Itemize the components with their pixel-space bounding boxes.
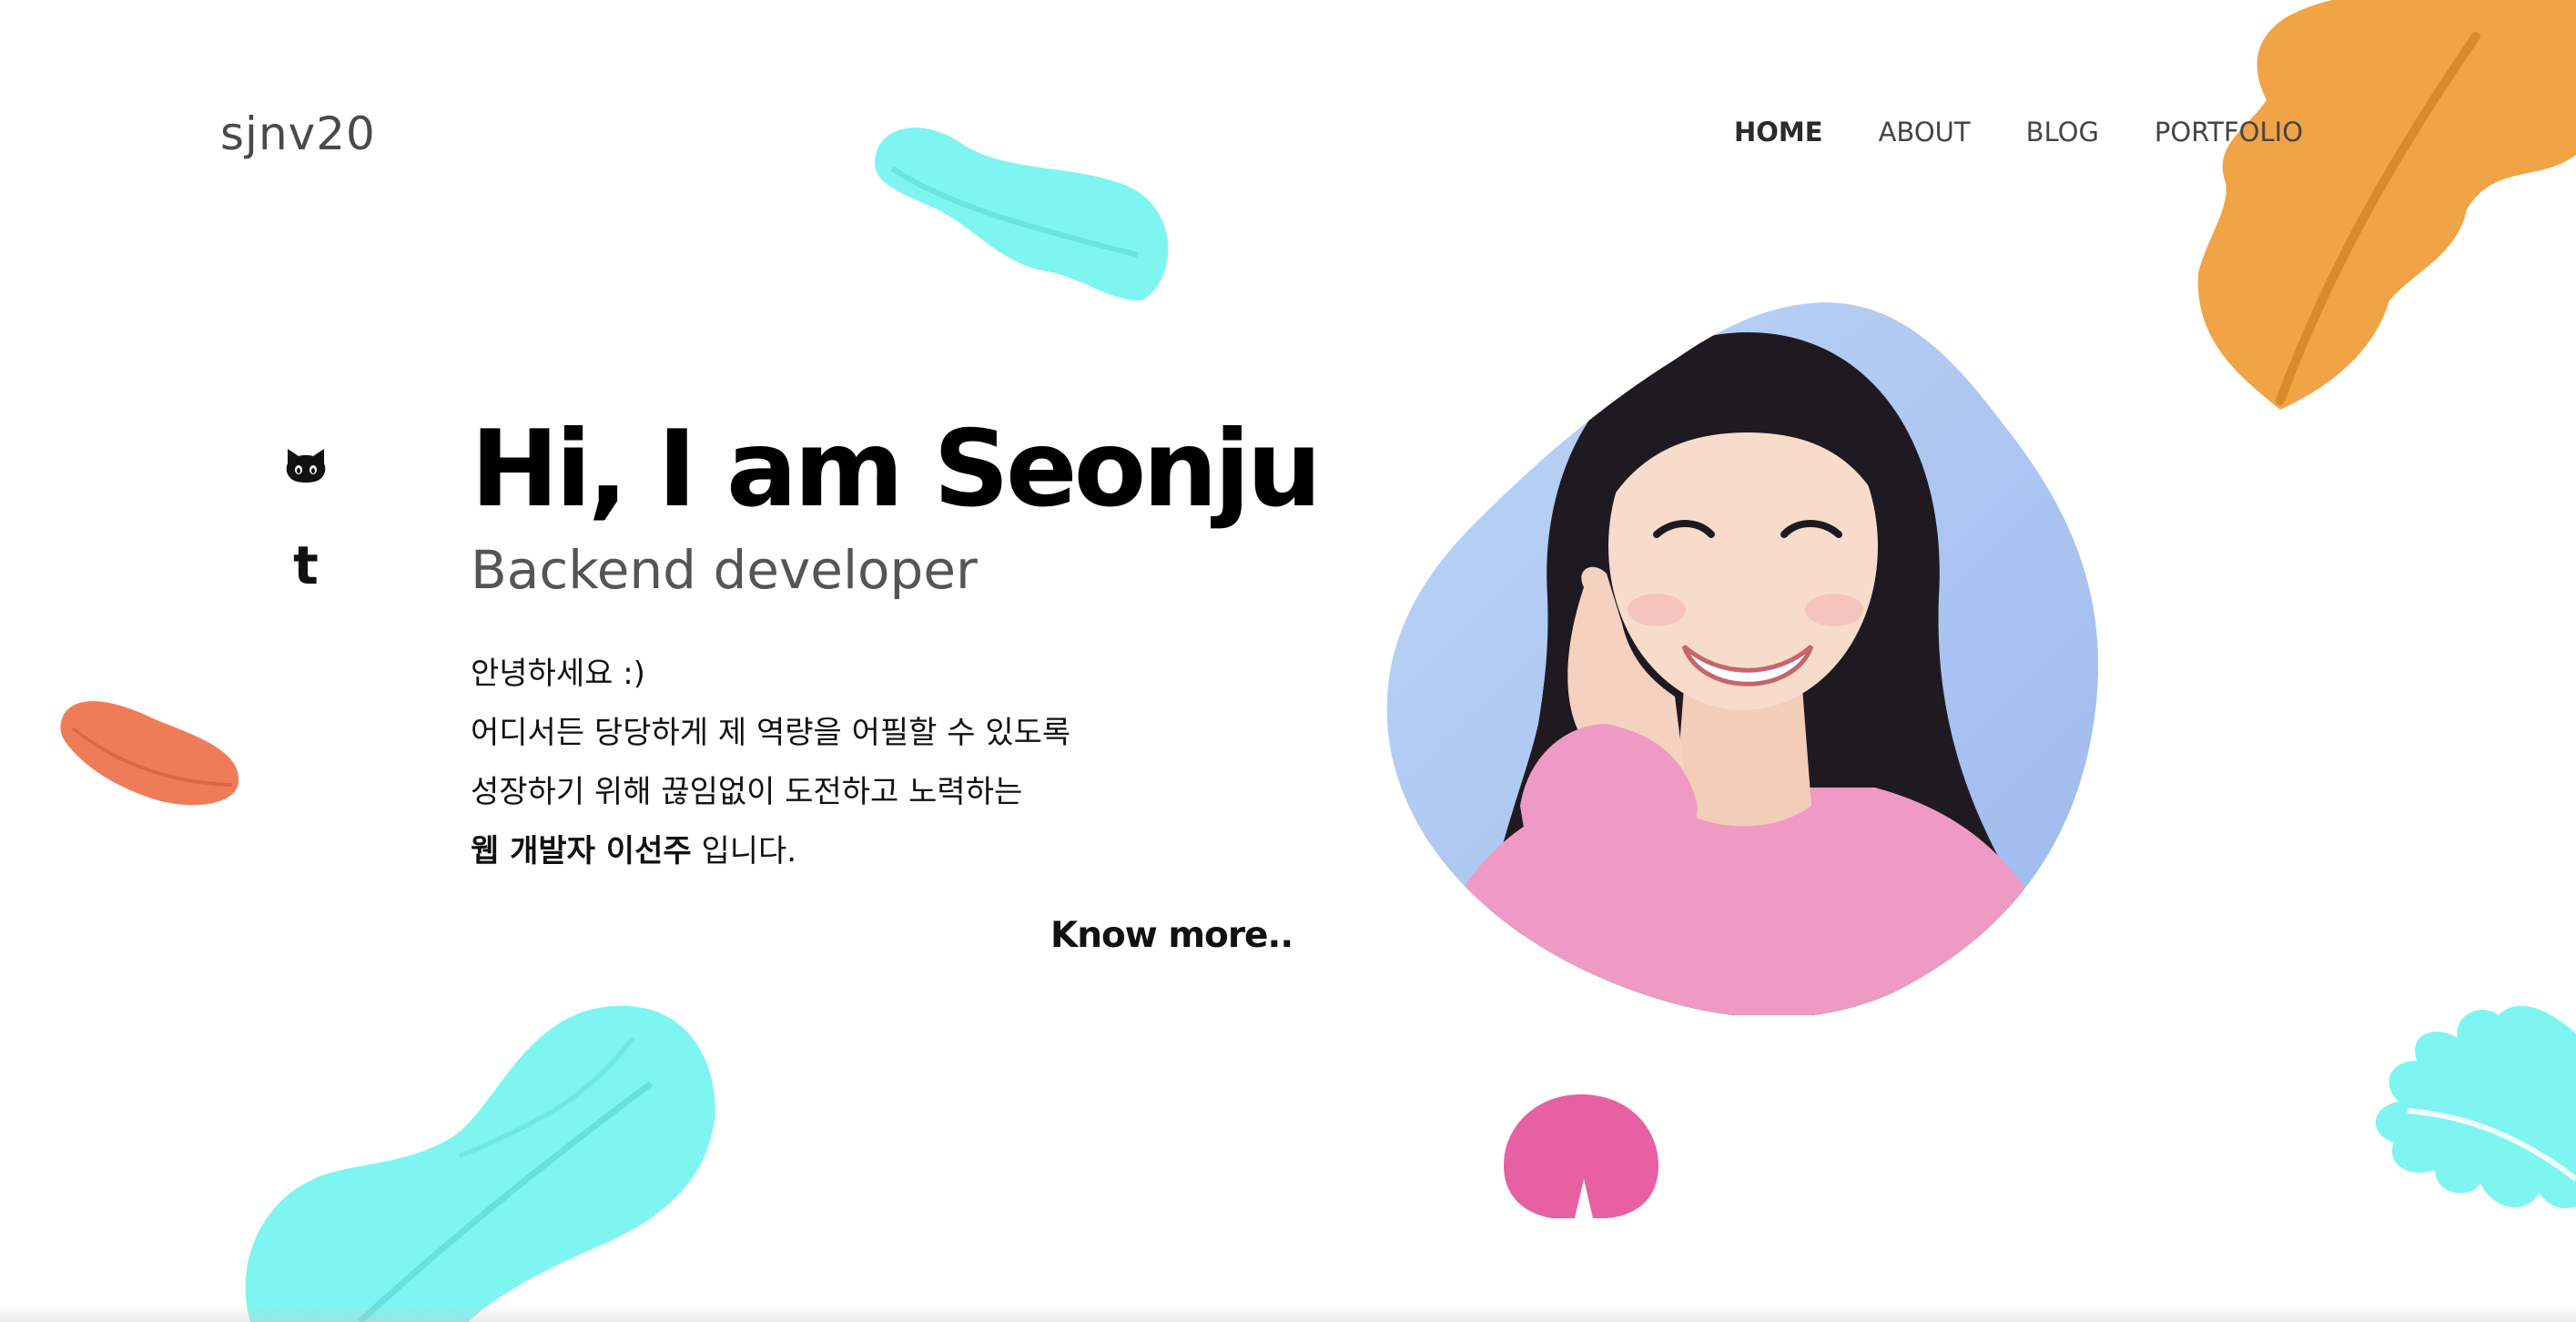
pink-leaf-decoration [1504, 1094, 1658, 1218]
nav-portfolio[interactable]: PORTFOLIO [2155, 117, 2303, 147]
tumblr-icon[interactable]: t [282, 542, 330, 589]
intro-name-bold: 웹 개발자 이선주 [471, 833, 692, 869]
coral-leaf-decoration [60, 701, 239, 806]
profile-photo [1386, 302, 2099, 1015]
site-logo[interactable]: sjnv20 [220, 107, 376, 160]
intro-line-4: 웹 개발자 이선주 입니다. [471, 822, 1281, 881]
nav-home[interactable]: HOME [1734, 117, 1823, 147]
intro-line-3: 성장하기 위해 끊임없이 도전하고 노력하는 [471, 774, 1023, 810]
intro-line-1: 안녕하세요 :) [471, 656, 645, 692]
intro-text: 안녕하세요 :) 어디서든 당당하게 제 역량을 어필할 수 있도록 성장하기 … [471, 645, 1281, 881]
intro-line-4-rest: 입니다. [691, 833, 797, 869]
intro-line-2: 어디서든 당당하게 제 역량을 어필할 수 있도록 [471, 715, 1071, 751]
teal-leaf-decoration-right [2375, 1005, 2576, 1208]
orange-leaf-decoration [2197, 0, 2576, 410]
nav-about[interactable]: ABOUT [1879, 117, 1971, 147]
hero-section: Hi, I am Seonju Backend developer 안녕하세요 … [471, 397, 1322, 881]
github-icon[interactable] [282, 442, 330, 489]
nav-blog[interactable]: BLOG [2026, 117, 2099, 147]
teal-leaf-decoration-bottom [245, 1005, 715, 1322]
hero-subtitle: Backend developer [471, 539, 978, 601]
know-more-link[interactable]: Know more.. [1050, 915, 1293, 956]
svg-text:t: t [293, 542, 319, 589]
main-nav: HOME ABOUT BLOG PORTFOLIO [1734, 117, 2303, 147]
teal-leaf-decoration-top [874, 127, 1169, 300]
page-bottom-shadow [0, 1304, 2576, 1322]
hero-title: Hi, I am Seonju [471, 408, 1322, 531]
social-links: t [282, 442, 330, 589]
